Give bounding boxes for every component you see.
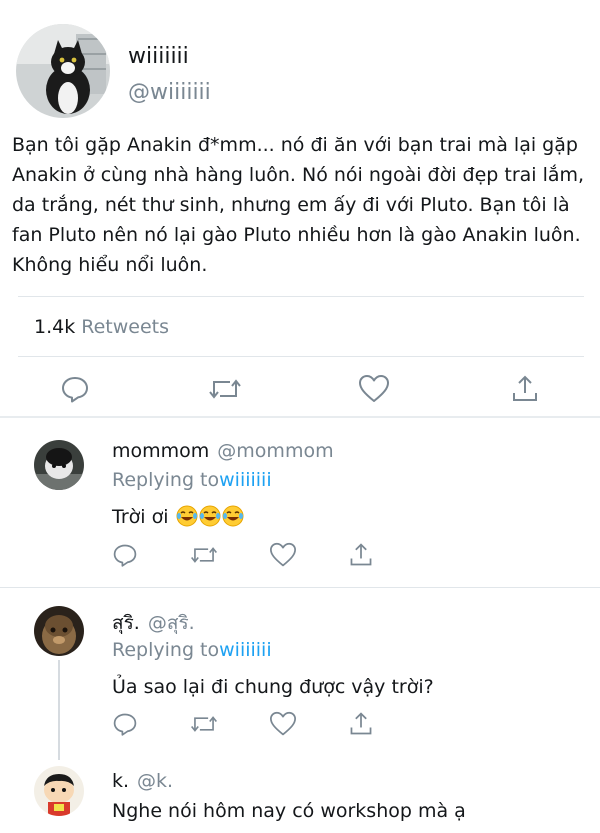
divider (18, 296, 584, 297)
reply-handle[interactable]: @k. (137, 770, 173, 792)
reply-name-line: k. @k. (112, 770, 173, 792)
reply-handle[interactable]: @สุริ. (148, 612, 195, 634)
share-icon[interactable] (348, 542, 374, 572)
share-icon[interactable] (348, 711, 374, 741)
replying-to-link[interactable]: wiiiiiii (219, 639, 272, 661)
reply-display-name[interactable]: mommom (112, 440, 209, 462)
tweet-text: Bạn tôi gặp Anakin đ*mm... nó đi ăn với … (12, 134, 585, 276)
reply-actions (112, 542, 392, 572)
reply-text-content: Trời ơi (112, 506, 169, 528)
reply-display-name[interactable]: สุริ. (112, 612, 140, 634)
retweet-icon[interactable] (190, 711, 218, 741)
retweet-count: 1.4k (34, 316, 76, 338)
reply-text: Trời ơi (112, 505, 244, 528)
author-display-name[interactable]: wiiiiiii (128, 44, 189, 69)
laughing-tears-emoji-icon (199, 505, 221, 527)
reply-text: Ủa sao lại đi chung được vậy trời? (112, 676, 434, 698)
replying-prefix: Replying to (112, 469, 220, 491)
reply-name-line: สุริ. @สุริ. (112, 608, 195, 638)
replying-to: Replying towiiiiiii (112, 469, 272, 491)
main-tweet-actions (0, 368, 600, 408)
reply-tweet[interactable]: mommom @mommom Replying towiiiiiii Trời ơ… (0, 418, 600, 588)
replying-to: Replying towiiiiiii (112, 639, 272, 661)
reply-handle[interactable]: @mommom (217, 440, 333, 462)
retweet-icon[interactable] (208, 374, 242, 408)
reply-tweet[interactable]: สุริ. @สุริ. Replying towiiiiiii Ủa sao l… (0, 588, 600, 758)
like-icon[interactable] (358, 374, 390, 408)
retweet-label: Retweets (81, 316, 169, 338)
reply-icon[interactable] (60, 374, 90, 408)
divider (18, 356, 584, 357)
reply-avatar[interactable] (34, 440, 84, 490)
reply-actions (112, 711, 392, 741)
like-icon[interactable] (269, 542, 297, 572)
reply-avatar[interactable] (34, 766, 84, 816)
reply-tweet[interactable]: k. @k. Nghe nói hôm nay có workshop mà ạ (0, 758, 600, 833)
reply-icon[interactable] (112, 711, 138, 741)
reply-text: Nghe nói hôm nay có workshop mà ạ (112, 800, 466, 822)
author-handle[interactable]: @wiiiiiii (128, 80, 211, 105)
reply-display-name[interactable]: k. (112, 770, 129, 792)
replying-prefix: Replying to (112, 639, 220, 661)
reply-avatar[interactable] (34, 606, 84, 656)
reply-name-line: mommom @mommom (112, 440, 334, 462)
author-avatar[interactable] (16, 24, 110, 118)
reply-icon[interactable] (112, 542, 138, 572)
share-icon[interactable] (510, 374, 540, 408)
retweet-stat[interactable]: 1.4k Retweets (34, 316, 169, 338)
replying-to-link[interactable]: wiiiiiii (219, 469, 272, 491)
laughing-tears-emoji-icon (222, 505, 244, 527)
retweet-icon[interactable] (190, 542, 218, 572)
like-icon[interactable] (269, 711, 297, 741)
laughing-tears-emoji-icon (176, 505, 198, 527)
